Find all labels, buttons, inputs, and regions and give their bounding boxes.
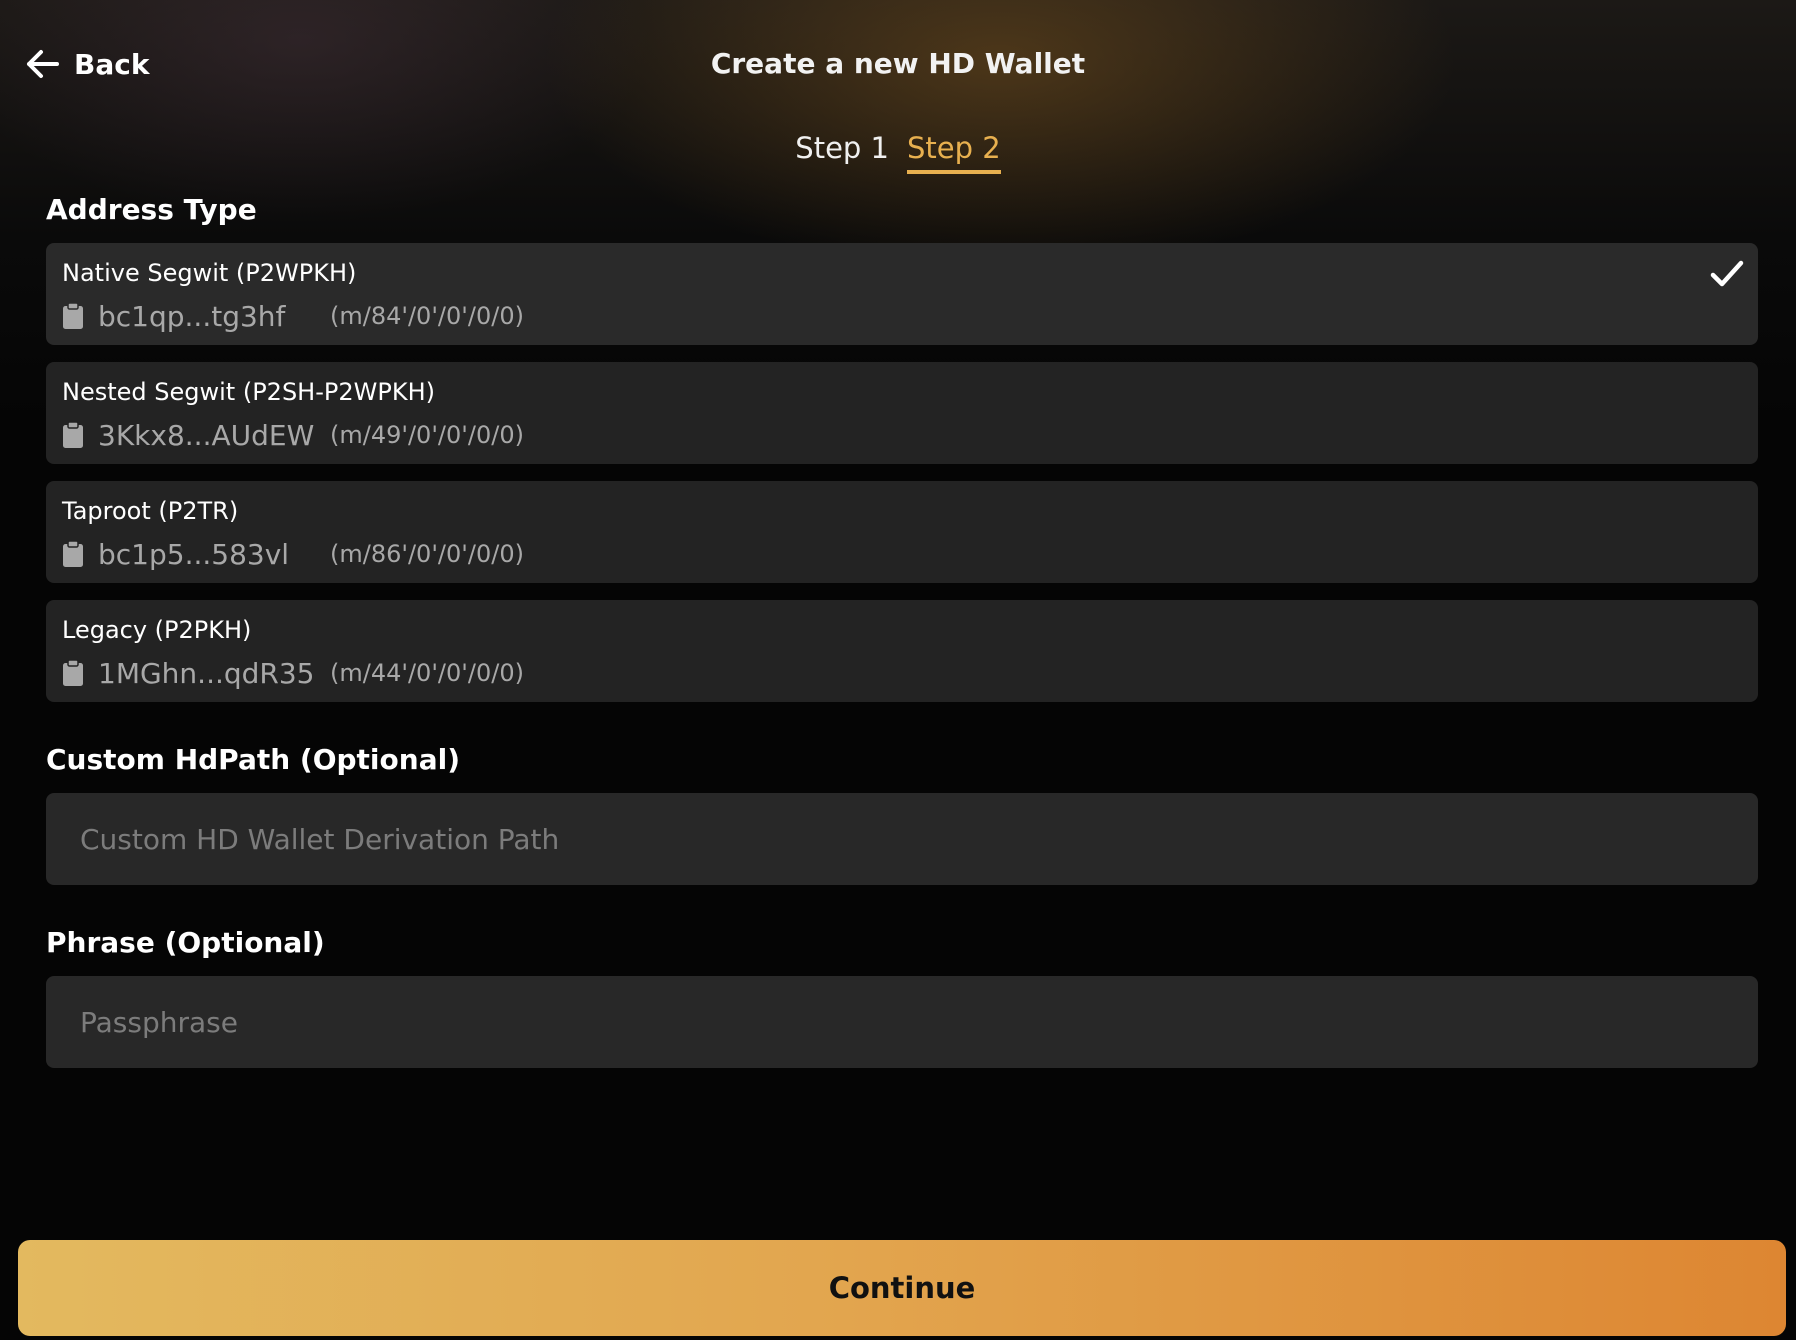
custom-hdpath-input[interactable] [46, 793, 1758, 885]
page-title: Create a new HD Wallet [710, 47, 1086, 80]
address-option-taproot[interactable]: Taproot (P2TR) bc1p5...583vl (m/86'/0'/0… [46, 481, 1758, 583]
tab-step-1[interactable]: Step 1 [795, 128, 889, 174]
continue-button[interactable]: Continue [18, 1240, 1786, 1336]
clipboard-icon[interactable] [62, 540, 84, 568]
derivation-path: (m/84'/0'/0'/0/0) [330, 302, 524, 330]
address-preview: bc1p5...583vl [98, 537, 290, 571]
step-tabs: Step 1 Step 2 [0, 128, 1796, 174]
address-preview: 1MGhn...qdR35 [98, 656, 315, 690]
address-preview: bc1qp...tg3hf [98, 299, 286, 333]
option-name: Taproot (P2TR) [62, 497, 239, 525]
checkmark-icon [1710, 259, 1744, 293]
address-option-native-segwit[interactable]: Native Segwit (P2WPKH) bc1qp...tg3hf (m/… [46, 243, 1758, 345]
passphrase-input[interactable] [46, 976, 1758, 1068]
derivation-path: (m/49'/0'/0'/0/0) [330, 421, 524, 449]
address-type-list: Native Segwit (P2WPKH) bc1qp...tg3hf (m/… [46, 243, 1758, 719]
option-name: Nested Segwit (P2SH-P2WPKH) [62, 378, 435, 406]
continue-label: Continue [828, 1271, 976, 1305]
address-type-label: Address Type [46, 193, 257, 226]
clipboard-icon[interactable] [62, 302, 84, 330]
address-option-legacy[interactable]: Legacy (P2PKH) 1MGhn...qdR35 (m/44'/0'/0… [46, 600, 1758, 702]
clipboard-icon[interactable] [62, 659, 84, 687]
tab-step-2[interactable]: Step 2 [907, 128, 1001, 174]
option-name: Native Segwit (P2WPKH) [62, 259, 357, 287]
address-option-nested-segwit[interactable]: Nested Segwit (P2SH-P2WPKH) 3Kkx8...AUdE… [46, 362, 1758, 464]
clipboard-icon[interactable] [62, 421, 84, 449]
create-hd-wallet-page: Back Create a new HD Wallet Step 1 Step … [0, 0, 1796, 1340]
derivation-path: (m/44'/0'/0'/0/0) [330, 659, 524, 687]
option-name: Legacy (P2PKH) [62, 616, 252, 644]
derivation-path: (m/86'/0'/0'/0/0) [330, 540, 524, 568]
phrase-label: Phrase (Optional) [46, 926, 325, 959]
address-preview: 3Kkx8...AUdEW [98, 418, 315, 452]
custom-hdpath-label: Custom HdPath (Optional) [46, 743, 460, 776]
